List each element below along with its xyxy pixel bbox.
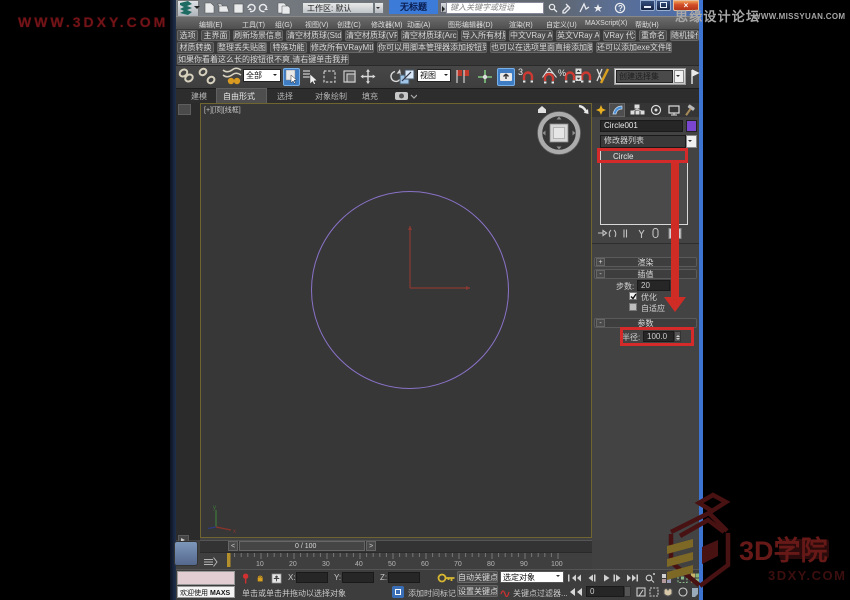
svg-text:50: 50 — [388, 561, 396, 568]
svg-text:?: ? — [618, 4, 623, 13]
svg-text:y: y — [213, 505, 216, 511]
svg-text:60: 60 — [421, 561, 429, 568]
svg-text:100: 100 — [551, 561, 563, 568]
svg-text:10: 10 — [256, 561, 264, 568]
svg-text:70: 70 — [454, 561, 462, 568]
svg-text:40: 40 — [355, 561, 363, 568]
svg-text:20: 20 — [289, 561, 297, 568]
svg-text:90: 90 — [520, 561, 528, 568]
svg-text:80: 80 — [487, 561, 495, 568]
svg-text:30: 30 — [322, 561, 330, 568]
svg-text:3D学院: 3D学院 — [739, 535, 828, 566]
svg-text:x: x — [233, 529, 236, 535]
svg-text:3DXY.COM: 3DXY.COM — [768, 568, 846, 583]
svg-text:3: 3 — [518, 67, 523, 77]
svg-text:%: % — [558, 68, 566, 78]
